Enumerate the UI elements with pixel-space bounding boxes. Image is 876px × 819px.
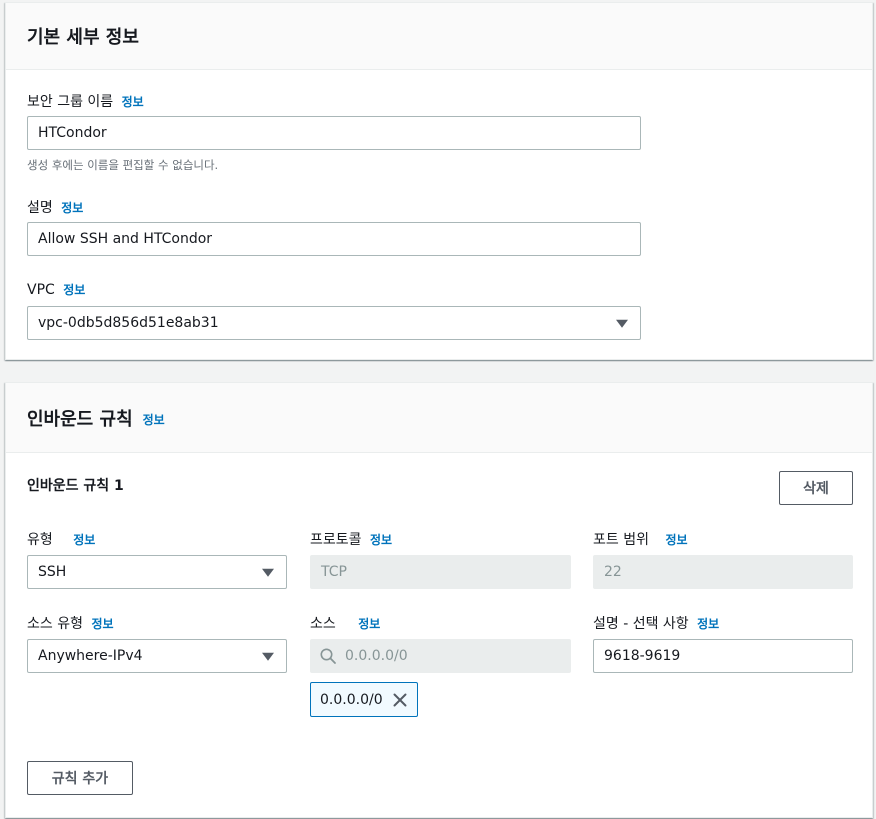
rule-description-label: 설명 - 선택 사항 정보 (593, 613, 719, 633)
security-group-name-input[interactable]: HTCondor (27, 116, 641, 150)
type-info-link[interactable]: 정보 (73, 533, 95, 547)
security-group-name-hint: 생성 후에는 이름을 편집할 수 없습니다. (27, 158, 219, 172)
caret-down-icon (262, 568, 274, 577)
vpc-select[interactable]: vpc-0db5d856d51e8ab31 (27, 306, 641, 340)
delete-rule-button[interactable]: 삭제 (779, 471, 853, 505)
protocol-info-link[interactable]: 정보 (370, 533, 392, 547)
source-type-label: 소스 유형 정보 (27, 613, 114, 633)
source-type-label-text: 소스 유형 (27, 616, 83, 632)
port-range-info-link[interactable]: 정보 (665, 533, 687, 547)
rule-description-value: 9618-9619 (604, 648, 681, 664)
protocol-input: TCP (310, 555, 571, 589)
description-input[interactable]: Allow SSH and HTCondor (27, 222, 641, 256)
port-range-label-text: 포트 범위 (593, 532, 649, 548)
basic-details-panel: 기본 세부 정보 보안 그룹 이름 정보 HTCondor 생성 후에는 이름을… (5, 2, 873, 360)
type-select-value: SSH (38, 564, 67, 580)
rule-description-info-link[interactable]: 정보 (697, 617, 719, 631)
type-select[interactable]: SSH (27, 555, 287, 589)
type-label-text: 유형 (27, 532, 53, 548)
rule-description-label-text: 설명 - 선택 사항 (593, 616, 689, 632)
search-icon (319, 647, 337, 665)
source-label: 소스 정보 (310, 613, 380, 633)
description-label: 설명 정보 (27, 197, 83, 217)
source-search-placeholder: 0.0.0.0/0 (345, 648, 408, 664)
protocol-label: 프로토콜 정보 (310, 529, 392, 549)
add-rule-button[interactable]: 규칙 추가 (27, 761, 133, 795)
source-token-label: 0.0.0.0/0 (320, 691, 383, 708)
port-range-input: 22 (593, 555, 853, 589)
description-info-link[interactable]: 정보 (61, 201, 83, 215)
type-label: 유형 정보 (27, 529, 95, 549)
security-group-name-label: 보안 그룹 이름 정보 (27, 91, 144, 111)
inbound-rules-header: 인바운드 규칙 정보 (6, 383, 872, 453)
vpc-label: VPC 정보 (27, 281, 85, 298)
basic-details-header: 기본 세부 정보 (6, 3, 872, 70)
protocol-label-text: 프로토콜 (310, 532, 362, 548)
source-info-link[interactable]: 정보 (358, 617, 380, 631)
description-value: Allow SSH and HTCondor (38, 231, 213, 247)
inbound-rules-info-link[interactable]: 정보 (143, 411, 165, 428)
source-token: 0.0.0.0/0 (310, 682, 418, 717)
rule-description-input[interactable]: 9618-9619 (593, 639, 853, 673)
basic-details-title: 기본 세부 정보 (27, 27, 139, 48)
source-label-text: 소스 (310, 616, 336, 632)
source-type-select-value: Anywhere-IPv4 (38, 648, 143, 664)
source-search-input[interactable]: 0.0.0.0/0 (310, 639, 571, 673)
security-group-name-info-link[interactable]: 정보 (122, 95, 144, 109)
vpc-select-value: vpc-0db5d856d51e8ab31 (38, 315, 219, 331)
source-type-info-link[interactable]: 정보 (91, 617, 113, 631)
port-range-value: 22 (604, 564, 622, 580)
inbound-rules-panel: 인바운드 규칙 정보 인바운드 규칙 1 삭제 유형 정보 프로토콜 정보 포트… (5, 382, 873, 818)
port-range-label: 포트 범위 정보 (593, 529, 688, 549)
description-label-text: 설명 (27, 200, 53, 216)
close-icon[interactable] (391, 691, 409, 709)
vpc-info-link[interactable]: 정보 (63, 283, 85, 297)
security-group-name-value: HTCondor (38, 125, 107, 141)
inbound-rule-1-title: 인바운드 규칙 1 (27, 478, 124, 494)
security-group-name-label-text: 보안 그룹 이름 (27, 94, 114, 110)
caret-down-icon (616, 319, 628, 328)
protocol-value: TCP (321, 564, 347, 580)
source-type-select[interactable]: Anywhere-IPv4 (27, 639, 287, 673)
inbound-rules-title: 인바운드 규칙 (27, 408, 133, 430)
caret-down-icon (262, 652, 274, 661)
vpc-label-text: VPC (27, 282, 55, 298)
